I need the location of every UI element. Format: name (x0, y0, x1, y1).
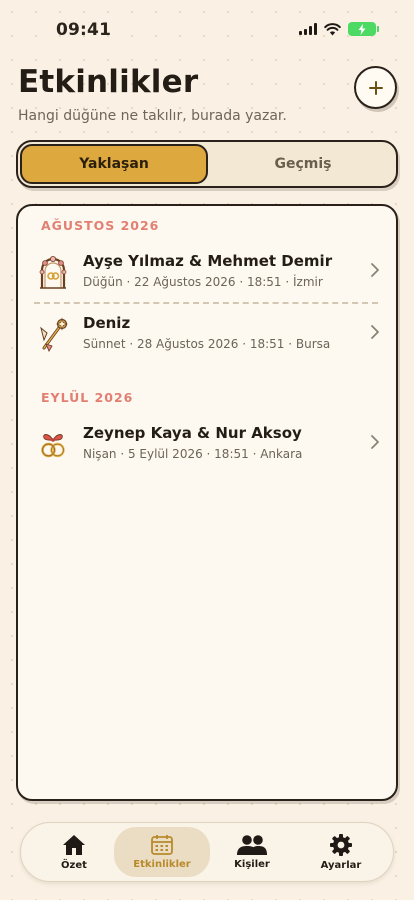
event-row-wedding[interactable]: Ayşe Yılmaz & Mehmet Demir Düğün · 22 Ağ… (18, 246, 396, 304)
tab-label: Kişiler (234, 859, 270, 870)
page-subtitle: Hangi düğüne ne takılır, burada yazar. (18, 108, 287, 124)
tab-ozet[interactable]: Özet (26, 827, 122, 877)
add-event-button[interactable] (354, 66, 397, 109)
wedding-arch-icon (39, 256, 67, 289)
chevron-right-icon (371, 435, 379, 449)
tab-kisiler[interactable]: Kişiler (204, 827, 300, 877)
sunnet-scepter-icon (40, 317, 68, 352)
gear-icon (330, 834, 352, 856)
plus-icon (368, 80, 383, 95)
event-list: AĞUSTOS 2026 Ayşe Yılmaz & Mehmet Demir … (16, 204, 398, 801)
tab-label: Etkinlikler (133, 859, 191, 870)
event-title: Zeynep Kaya & Nur Aksoy (83, 424, 302, 442)
event-meta: Düğün · 22 Ağustos 2026 · 18:51 · İzmir (83, 275, 323, 289)
status-icons (299, 22, 379, 36)
chevron-right-icon (371, 325, 379, 339)
home-icon (63, 835, 85, 855)
people-icon (237, 835, 267, 855)
event-title: Ayşe Yılmaz & Mehmet Demir (83, 252, 333, 270)
calendar-icon (151, 835, 173, 855)
tab-etkinlikler[interactable]: Etkinlikler (114, 827, 210, 877)
chevron-right-icon (371, 263, 379, 277)
section-header-september: EYLÜL 2026 (41, 390, 134, 405)
event-row-sunnet[interactable]: Deniz Sünnet · 28 Ağustos 2026 · 18:51 ·… (18, 308, 396, 366)
status-bar: 09:41 (0, 0, 414, 60)
tab-label: Özet (61, 860, 87, 871)
battery-icon (348, 22, 379, 36)
section-header-august: AĞUSTOS 2026 (41, 218, 160, 233)
divider (34, 302, 378, 304)
event-row-engagement[interactable]: Zeynep Kaya & Nur Aksoy Nişan · 5 Eylül … (18, 418, 396, 476)
wifi-icon (324, 22, 341, 35)
event-title: Deniz (83, 314, 131, 332)
engagement-rings-icon (41, 434, 65, 458)
tab-ayarlar[interactable]: Ayarlar (293, 827, 389, 877)
charging-bolt-icon (358, 23, 366, 35)
event-meta: Sünnet · 28 Ağustos 2026 · 18:51 · Bursa (83, 337, 331, 351)
segmented-control: Yaklaşan Geçmiş (16, 140, 398, 188)
tab-bar: Özet Etkinlikler Kişiler Ayarlar (20, 822, 394, 882)
segment-upcoming[interactable]: Yaklaşan (20, 144, 208, 184)
status-time: 09:41 (56, 20, 112, 40)
page-title: Etkinlikler (18, 64, 199, 100)
event-meta: Nişan · 5 Eylül 2026 · 18:51 · Ankara (83, 447, 303, 461)
tab-label: Ayarlar (320, 860, 362, 871)
cellular-signal-icon (299, 23, 317, 35)
segment-past[interactable]: Geçmiş (212, 144, 394, 184)
